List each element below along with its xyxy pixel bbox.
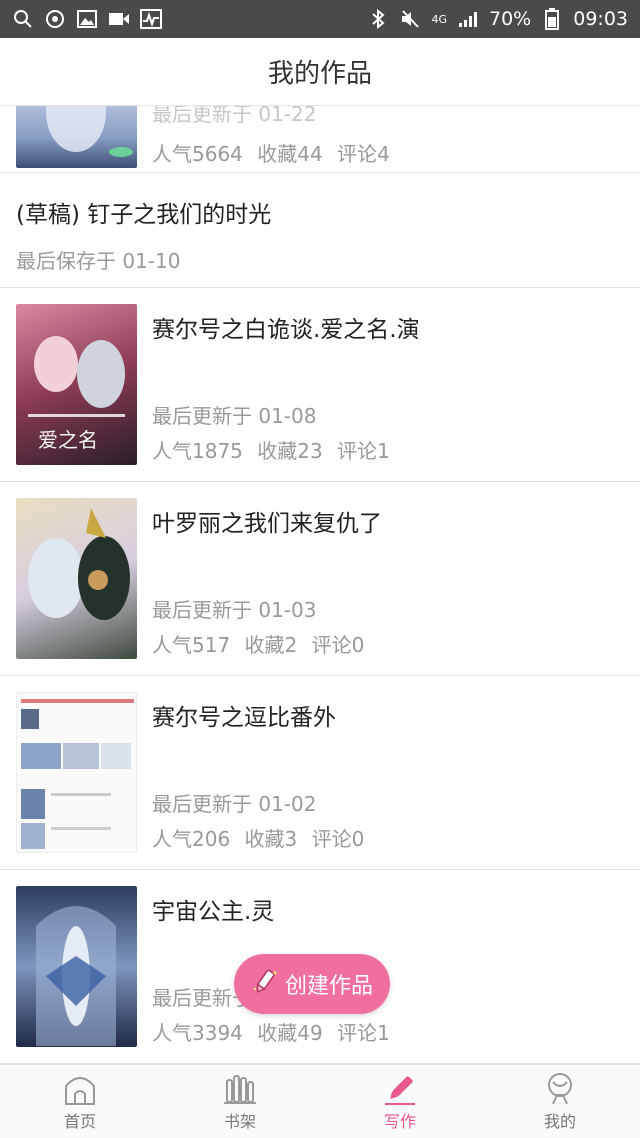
favorites: 收藏49 bbox=[257, 1021, 323, 1045]
favorites: 收藏3 bbox=[244, 827, 298, 851]
pen-icon bbox=[385, 1076, 415, 1105]
work-cover bbox=[16, 886, 137, 1047]
activity-icon bbox=[140, 8, 162, 30]
work-stats: 人气1875 收藏23 评论1 bbox=[152, 435, 398, 464]
work-row[interactable]: 爱之名 赛尔号之白诡谈.爱之名.演 最后更新于 01-08 人气1875 收藏2… bbox=[0, 288, 640, 482]
works-list[interactable]: 最后更新于 01-22 人气5664 收藏44 评论4 (草稿) 钉子之我们的时… bbox=[0, 106, 640, 1064]
pencil-icon bbox=[251, 967, 279, 1001]
status-bar: 4G 70% 09:03 bbox=[0, 0, 640, 38]
tab-label: 首页 bbox=[63, 1112, 96, 1131]
popularity: 人气3394 bbox=[152, 1021, 243, 1045]
page-title: 我的作品 bbox=[267, 59, 372, 89]
network-type: 4G bbox=[431, 12, 447, 26]
favorites: 收藏44 bbox=[257, 142, 323, 166]
tab-label: 写作 bbox=[383, 1112, 416, 1131]
work-row[interactable]: 赛尔号之逗比番外 最后更新于 01-02 人气206 收藏3 评论0 bbox=[0, 676, 640, 870]
cover-title-text: 爱之名 bbox=[38, 428, 98, 452]
signal-icon bbox=[457, 8, 479, 30]
favorites: 收藏23 bbox=[257, 439, 323, 463]
work-stats: 人气5664 收藏44 评论4 bbox=[152, 138, 398, 167]
clock: 09:03 bbox=[573, 8, 628, 30]
work-stats: 人气517 收藏2 评论0 bbox=[152, 629, 372, 658]
work-cover bbox=[16, 498, 137, 659]
work-date: 最后保存于 01-10 bbox=[16, 249, 181, 273]
tab-writing[interactable]: 写作 bbox=[320, 1065, 480, 1138]
video-icon bbox=[108, 8, 130, 30]
tab-label: 书架 bbox=[223, 1112, 256, 1131]
create-work-button[interactable]: 创建作品 bbox=[234, 954, 390, 1014]
status-bar-left bbox=[12, 8, 162, 30]
popularity: 人气1875 bbox=[152, 439, 243, 463]
tab-bookshelf[interactable]: 书架 bbox=[160, 1065, 320, 1138]
work-title: 赛尔号之逗比番外 bbox=[152, 705, 336, 731]
work-title: 赛尔号之白诡谈.爱之名.演 bbox=[152, 317, 420, 343]
popularity: 人气5664 bbox=[152, 142, 243, 166]
work-date: 最后更新于 01-22 bbox=[152, 106, 317, 126]
comments: 评论0 bbox=[311, 827, 365, 851]
tab-home[interactable]: 首页 bbox=[0, 1065, 160, 1138]
popularity: 人气206 bbox=[152, 827, 231, 851]
work-stats: 人气3394 收藏49 评论1 bbox=[152, 1017, 398, 1046]
search-icon bbox=[12, 8, 34, 30]
page-header: 我的作品 bbox=[0, 38, 640, 106]
comments: 评论1 bbox=[337, 1021, 390, 1045]
comments: 评论1 bbox=[337, 439, 390, 463]
work-date: 最后更新于 01-02 bbox=[152, 792, 317, 816]
sync-icon bbox=[44, 8, 66, 30]
mute-icon bbox=[399, 8, 421, 30]
status-bar-right: 4G 70% 09:03 bbox=[367, 8, 628, 30]
work-cover: 爱之名 bbox=[16, 304, 137, 465]
popularity: 人气517 bbox=[152, 633, 231, 657]
tab-mine[interactable]: 我的 bbox=[480, 1065, 640, 1138]
tab-label: 我的 bbox=[543, 1112, 576, 1131]
work-row[interactable]: 叶罗丽之我们来复仇了 最后更新于 01-03 人气517 收藏2 评论0 bbox=[0, 482, 640, 676]
comments: 评论4 bbox=[337, 142, 390, 166]
work-cover bbox=[16, 106, 137, 168]
bookshelf-icon bbox=[224, 1075, 256, 1104]
work-stats: 人气206 收藏3 评论0 bbox=[152, 823, 372, 852]
favorites: 收藏2 bbox=[244, 633, 298, 657]
work-title: 宇宙公主.灵 bbox=[152, 899, 275, 925]
draft-row[interactable]: (草稿) 钉子之我们的时光 最后保存于 01-10 bbox=[0, 173, 640, 288]
create-work-label: 创建作品 bbox=[284, 974, 373, 999]
battery-percent: 70% bbox=[489, 8, 532, 30]
work-row[interactable]: 最后更新于 01-22 人气5664 收藏44 评论4 bbox=[0, 106, 640, 173]
bluetooth-icon bbox=[367, 8, 389, 30]
work-title: 叶罗丽之我们来复仇了 bbox=[152, 511, 382, 537]
gallery-icon bbox=[76, 8, 98, 30]
battery-icon bbox=[541, 8, 563, 30]
bottom-tab-bar: 首页 书架 写作 我的 bbox=[0, 1064, 640, 1138]
work-date: 最后更新于 01-03 bbox=[152, 598, 317, 622]
profile-icon bbox=[548, 1073, 572, 1105]
work-cover bbox=[16, 692, 137, 853]
comments: 评论0 bbox=[311, 633, 365, 657]
work-title: (草稿) 钉子之我们的时光 bbox=[16, 202, 272, 228]
home-icon bbox=[65, 1077, 95, 1105]
work-date: 最后更新于 01-08 bbox=[152, 404, 317, 428]
